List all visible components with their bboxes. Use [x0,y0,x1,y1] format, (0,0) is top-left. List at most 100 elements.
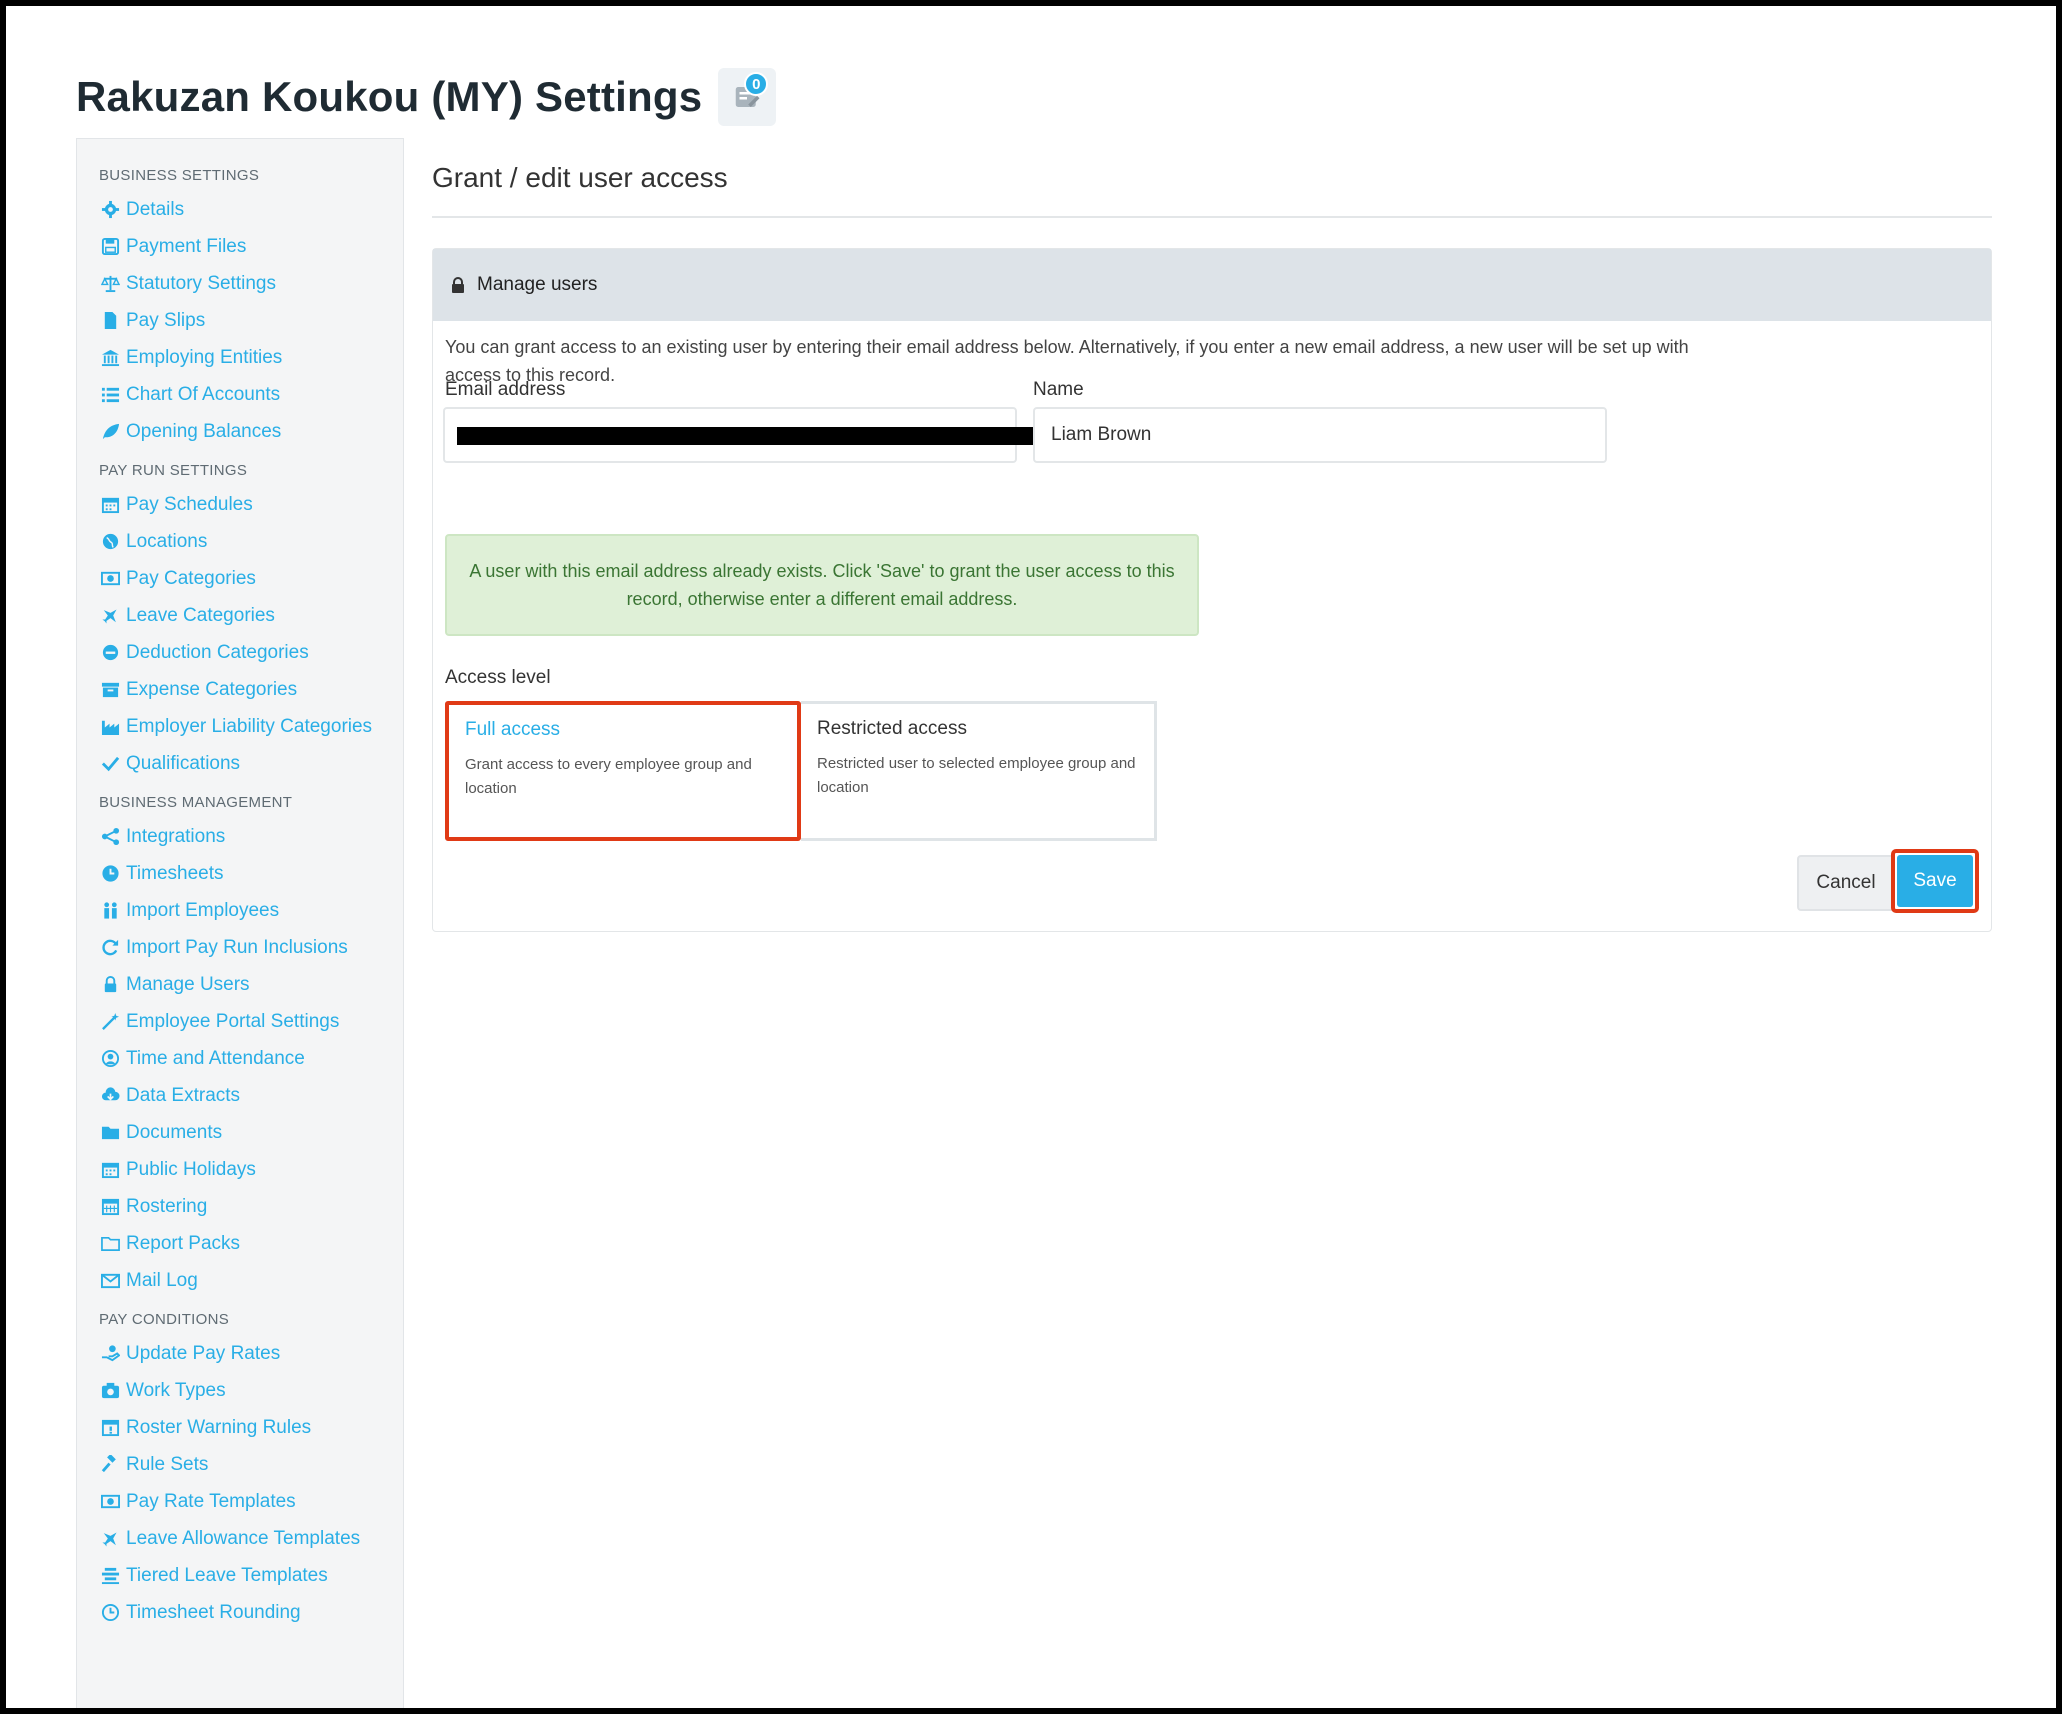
calendar-icon [99,494,121,516]
sidebar-item-label: Pay Categories [126,567,256,589]
sidebar-item-details[interactable]: Details [99,191,403,228]
file-icon [99,310,121,332]
sidebar-section-title: PAY RUN SETTINGS [99,462,248,479]
sidebar-item-pay-rate-templates[interactable]: Pay Rate Templates [99,1483,403,1520]
save-button[interactable]: Save [1897,855,1973,907]
stack-icon [99,1565,121,1587]
sidebar-item-deduction-categories[interactable]: Deduction Categories [99,634,403,671]
sidebar-item-locations[interactable]: Locations [99,523,403,560]
calendar-alert-icon [99,1417,121,1439]
sidebar-item-pay-slips[interactable]: Pay Slips [99,302,403,339]
sidebar-item-label: Chart Of Accounts [126,383,281,405]
full-access-description: Grant access to every employee group and… [465,756,752,797]
sidebar-item-import-pay-run-inclusions[interactable]: Import Pay Run Inclusions [99,929,403,966]
sidebar-item-roster-warning-rules[interactable]: Roster Warning Rules [99,1409,403,1446]
plane-icon [99,605,121,627]
sidebar-item-chart-of-accounts[interactable]: Chart Of Accounts [99,376,403,413]
sidebar-item-label: Details [126,198,185,220]
users-icon [99,900,121,922]
sidebar-item-pay-categories[interactable]: Pay Categories [99,560,403,597]
sidebar-item-label: Tiered Leave Templates [126,1564,328,1586]
sidebar-item-label: Update Pay Rates [126,1342,281,1364]
sidebar-item-opening-balances[interactable]: Opening Balances [99,413,403,450]
restricted-access-option[interactable]: Restricted access Restricted user to sel… [801,701,1157,841]
sidebar-item-leave-allowance-templates[interactable]: Leave Allowance Templates [99,1520,403,1557]
sidebar-item-employing-entities[interactable]: Employing Entities [99,339,403,376]
sidebar-item-statutory-settings[interactable]: Statutory Settings [99,265,403,302]
page-title: Rakuzan Koukou (MY) Settings [76,73,703,120]
notifications-button[interactable]: 0 [718,68,777,126]
sidebar-item-label: Import Employees [126,899,280,921]
camera-icon [99,1380,121,1402]
sidebar-item-label: Roster Warning Rules [126,1416,312,1438]
envelope-icon [99,1270,121,1292]
sidebar-item-label: Mail Log [126,1269,198,1291]
lock-icon [452,277,464,293]
sidebar-item-label: Integrations [126,825,226,847]
gavel-icon [99,1454,121,1476]
sidebar-item-label: Expense Categories [126,678,298,700]
money-icon [99,568,121,590]
sidebar-item-label: Employer Liability Categories [126,715,373,737]
bank-icon [99,347,121,369]
list-icon [99,384,121,406]
sidebar-item-pay-schedules[interactable]: Pay Schedules [99,486,403,523]
sidebar-item-label: Payment Files [126,235,247,257]
sidebar-item-label: Pay Schedules [126,493,253,515]
sidebar-item-employee-portal-settings[interactable]: Employee Portal Settings [99,1003,403,1040]
sidebar-item-expense-categories[interactable]: Expense Categories [99,671,403,708]
sidebar-item-label: Deduction Categories [126,641,309,663]
sidebar-item-label: Leave Categories [126,604,275,626]
full-access-option[interactable]: Full access Grant access to every employ… [445,701,801,841]
sidebar-item-label: Time and Attendance [126,1047,305,1069]
app-window: Rakuzan Koukou (MY) Settings 0 BUSINESS … [6,6,2056,1708]
floppy-icon [99,236,121,258]
notification-count-badge: 0 [744,72,769,96]
user-exists-alert: A user with this email address already e… [445,534,1199,636]
sidebar-item-label: Documents [126,1121,223,1143]
cancel-button[interactable]: Cancel [1797,855,1895,911]
sidebar-item-data-extracts[interactable]: Data Extracts [99,1077,403,1114]
sidebar-item-label: Data Extracts [126,1084,241,1106]
sidebar-item-time-and-attendance[interactable]: Time and Attendance [99,1040,403,1077]
sidebar-item-update-pay-rates[interactable]: Update Pay Rates [99,1335,403,1372]
sidebar-item-manage-users[interactable]: Manage Users [99,966,403,1003]
sidebar-item-tiered-leave-templates[interactable]: Tiered Leave Templates [99,1557,403,1594]
page-header: Rakuzan Koukou (MY) Settings 0 [76,68,777,126]
sidebar-item-public-holidays[interactable]: Public Holidays [99,1151,403,1188]
email-field[interactable] [443,407,1169,463]
panel-header: Manage users [433,249,1991,321]
user-clock-icon [99,1048,121,1070]
sidebar-item-timesheets[interactable]: Timesheets [99,855,403,892]
name-field[interactable]: Liam Brown [1033,407,1607,463]
sidebar-item-work-types[interactable]: Work Types [99,1372,403,1409]
sidebar-section-title: BUSINESS SETTINGS [99,167,260,184]
sidebar-item-qualifications[interactable]: Qualifications [99,745,403,782]
archive-icon [99,679,121,701]
plane-icon [99,1528,121,1550]
email-label: Email address [445,379,566,400]
manage-users-panel: Manage users You can grant access to an … [432,248,1992,932]
sidebar-item-documents[interactable]: Documents [99,1114,403,1151]
gear-icon [99,199,121,221]
sidebar-item-label: Locations [126,530,208,552]
sidebar-item-rostering[interactable]: Rostering [99,1188,403,1225]
sidebar-item-import-employees[interactable]: Import Employees [99,892,403,929]
sidebar-item-timesheet-rounding[interactable]: Timesheet Rounding [99,1594,403,1631]
hand-money-icon [99,1343,121,1365]
panel-header-label: Manage users [477,274,598,295]
sidebar-item-integrations[interactable]: Integrations [99,818,403,855]
folder-icon [99,1122,121,1144]
sidebar-item-label: Rule Sets [126,1453,209,1475]
main-content: Grant / edit user access Manage users Yo… [432,138,1992,932]
scale-icon [99,273,121,295]
sidebar-item-mail-log[interactable]: Mail Log [99,1262,403,1299]
sidebar-item-leave-categories[interactable]: Leave Categories [99,597,403,634]
sidebar-item-employer-liability-categories[interactable]: Employer Liability Categories [99,708,403,745]
lock-icon [99,974,121,996]
sidebar-item-payment-files[interactable]: Payment Files [99,228,403,265]
sidebar-item-rule-sets[interactable]: Rule Sets [99,1446,403,1483]
sidebar-item-label: Pay Rate Templates [126,1490,296,1512]
sidebar-item-report-packs[interactable]: Report Packs [99,1225,403,1262]
sidebar-item-label: Leave Allowance Templates [126,1527,361,1549]
